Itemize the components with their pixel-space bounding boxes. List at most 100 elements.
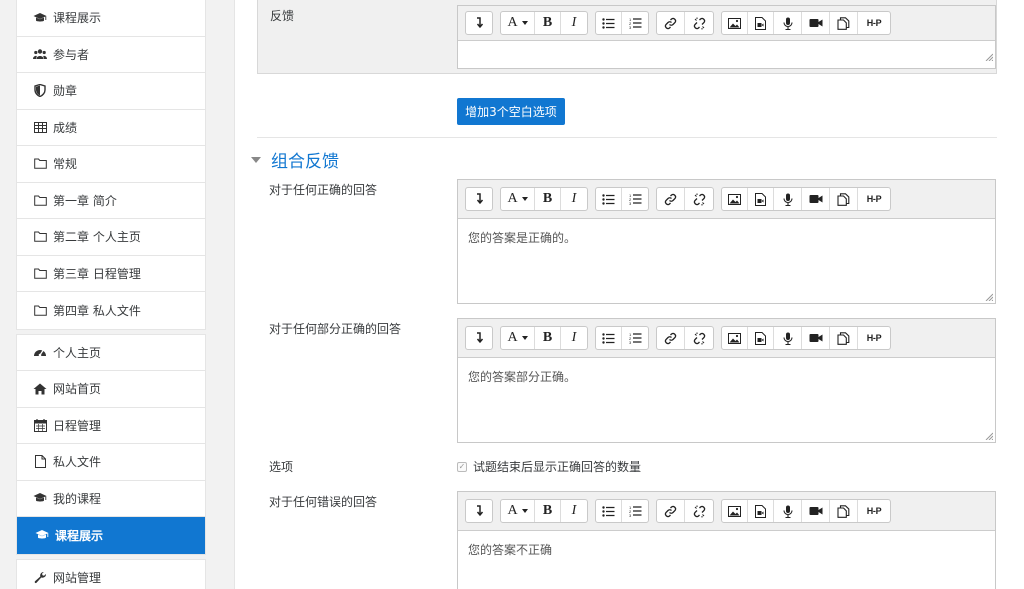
show-num-correct-option[interactable]: ✓ 试题结束后显示正确回答的数量 bbox=[457, 458, 641, 475]
toolbar-group: AB I bbox=[500, 326, 588, 350]
record-audio-icon[interactable] bbox=[774, 327, 802, 349]
sidebar-item-course-0[interactable]: 课程展示 bbox=[17, 0, 205, 37]
site-nav-group: 个人主页 网站首页 日程管理 私人文件我的课程课程展示 bbox=[16, 333, 206, 555]
sidebar-item-course-5[interactable]: 第一章 简介 bbox=[17, 183, 205, 219]
record-video-icon[interactable] bbox=[802, 327, 830, 349]
media-icon[interactable] bbox=[748, 327, 774, 349]
add-blank-choices-button[interactable]: 增加3个空白选项 bbox=[457, 98, 565, 125]
sidebar-item-course-7[interactable]: 第三章 日程管理 bbox=[17, 256, 205, 292]
font-style-dropdown-label: A bbox=[507, 15, 518, 30]
feedback-editor: A B I 1 2 3 H-P bbox=[457, 5, 996, 69]
unordered-list-icon[interactable] bbox=[596, 188, 622, 210]
resize-grip-icon[interactable] bbox=[985, 53, 993, 61]
resize-grip-icon[interactable] bbox=[985, 293, 993, 301]
sidebar-item-site-2[interactable]: 日程管理 bbox=[17, 408, 205, 444]
font-style-dropdown[interactable]: A bbox=[501, 188, 535, 210]
sidebar-item-site-5[interactable]: 课程展示 bbox=[17, 517, 205, 554]
ordered-list-icon[interactable]: 123 bbox=[622, 188, 648, 210]
link-icon[interactable] bbox=[657, 12, 685, 34]
wrench-icon bbox=[33, 571, 47, 585]
sidebar-item-course-3[interactable]: 成绩 bbox=[17, 110, 205, 146]
show-num-correct-checkbox[interactable]: ✓ bbox=[457, 461, 467, 472]
link-icon[interactable] bbox=[657, 188, 685, 210]
font-style-dropdown[interactable]: A bbox=[501, 12, 535, 34]
combined-feedback-header[interactable]: 组合反馈 bbox=[251, 147, 339, 172]
calendar-icon bbox=[33, 418, 47, 432]
sidebar-item-site-3[interactable]: 私人文件 bbox=[17, 444, 205, 481]
manage-files-icon[interactable] bbox=[830, 500, 858, 522]
italic-button[interactable]: I bbox=[561, 12, 587, 34]
resize-grip-icon[interactable] bbox=[985, 432, 993, 440]
folder-icon bbox=[33, 157, 47, 171]
bold-button[interactable]: B bbox=[535, 327, 561, 349]
h5p-button[interactable]: H-P bbox=[858, 500, 890, 522]
h5p-button[interactable]: H-P bbox=[858, 12, 890, 34]
manage-files-icon[interactable] bbox=[830, 188, 858, 210]
italic-button[interactable]: I bbox=[561, 500, 587, 522]
image-icon[interactable] bbox=[722, 327, 748, 349]
media-icon[interactable] bbox=[748, 12, 774, 34]
font-style-dropdown[interactable]: A bbox=[501, 500, 535, 522]
svg-text:3: 3 bbox=[629, 201, 632, 205]
record-audio-icon[interactable] bbox=[774, 188, 802, 210]
bold-button-label: B bbox=[542, 330, 553, 345]
sidebar-item-course-6[interactable]: 第二章 个人主页 bbox=[17, 219, 205, 256]
partial-feedback-edit-area[interactable]: 您的答案部分正确。 bbox=[458, 358, 995, 442]
h5p-button[interactable]: H-P bbox=[858, 188, 890, 210]
unlink-icon[interactable] bbox=[685, 500, 713, 522]
unlink-icon[interactable] bbox=[685, 12, 713, 34]
feedback-edit-area[interactable] bbox=[458, 41, 995, 63]
italic-button[interactable]: I bbox=[561, 188, 587, 210]
sidebar-item-course-8[interactable]: 第四章 私人文件 bbox=[17, 292, 205, 329]
record-audio-icon[interactable] bbox=[774, 12, 802, 34]
bold-button[interactable]: B bbox=[535, 500, 561, 522]
toolbar-group bbox=[656, 326, 714, 350]
unlink-icon[interactable] bbox=[685, 327, 713, 349]
sidebar-item-course-2[interactable]: 勋章 bbox=[17, 73, 205, 110]
bold-button[interactable]: B bbox=[535, 188, 561, 210]
italic-button[interactable]: I bbox=[561, 327, 587, 349]
ordered-list-icon[interactable]: 123 bbox=[622, 327, 648, 349]
sidebar-item-site-0[interactable]: 个人主页 bbox=[17, 335, 205, 371]
link-icon[interactable] bbox=[657, 327, 685, 349]
folder-icon bbox=[33, 266, 47, 280]
correct-feedback-edit-area[interactable]: 您的答案是正确的。 bbox=[458, 219, 995, 303]
incorrect-feedback-edit-area[interactable]: 您的答案不正确 bbox=[458, 531, 995, 589]
graduation-cap-icon bbox=[35, 528, 49, 542]
show-more-icon[interactable] bbox=[466, 188, 492, 210]
link-icon[interactable] bbox=[657, 500, 685, 522]
bold-button[interactable]: B bbox=[535, 12, 561, 34]
sidebar-item-site-4[interactable]: 我的课程 bbox=[17, 481, 205, 517]
manage-files-icon[interactable] bbox=[830, 12, 858, 34]
media-icon[interactable] bbox=[748, 500, 774, 522]
record-video-icon[interactable] bbox=[802, 500, 830, 522]
record-audio-icon[interactable] bbox=[774, 500, 802, 522]
correct-feedback-editor: A B I 1 2 3 H-P 您的答案是正确的。 bbox=[457, 179, 996, 304]
show-more-icon[interactable] bbox=[466, 327, 492, 349]
unordered-list-icon[interactable] bbox=[596, 12, 622, 34]
sidebar-item-site-1[interactable]: 网站首页 bbox=[17, 371, 205, 408]
sidebar-item-course-4[interactable]: 常规 bbox=[17, 146, 205, 183]
h5p-button[interactable]: H-P bbox=[858, 327, 890, 349]
sidebar-item-course-1[interactable]: 参与者 bbox=[17, 37, 205, 73]
unlink-icon[interactable] bbox=[685, 188, 713, 210]
media-icon[interactable] bbox=[748, 188, 774, 210]
record-video-icon[interactable] bbox=[802, 188, 830, 210]
table-icon bbox=[33, 120, 47, 134]
italic-button-label: I bbox=[571, 15, 577, 30]
image-icon[interactable] bbox=[722, 188, 748, 210]
image-icon[interactable] bbox=[722, 12, 748, 34]
manage-files-icon[interactable] bbox=[830, 327, 858, 349]
font-style-dropdown[interactable]: A bbox=[501, 327, 535, 349]
show-more-icon[interactable] bbox=[466, 12, 492, 34]
unordered-list-icon[interactable] bbox=[596, 327, 622, 349]
ordered-list-icon[interactable]: 123 bbox=[622, 500, 648, 522]
image-icon[interactable] bbox=[722, 500, 748, 522]
record-video-icon[interactable] bbox=[802, 12, 830, 34]
ordered-list-icon[interactable]: 123 bbox=[622, 12, 648, 34]
unordered-list-icon[interactable] bbox=[596, 500, 622, 522]
sidebar-item-label: 我的课程 bbox=[53, 491, 102, 506]
show-more-icon[interactable] bbox=[466, 500, 492, 522]
italic-button-label: I bbox=[571, 330, 577, 345]
sidebar-item-admin-0[interactable]: 网站管理 bbox=[17, 560, 205, 589]
